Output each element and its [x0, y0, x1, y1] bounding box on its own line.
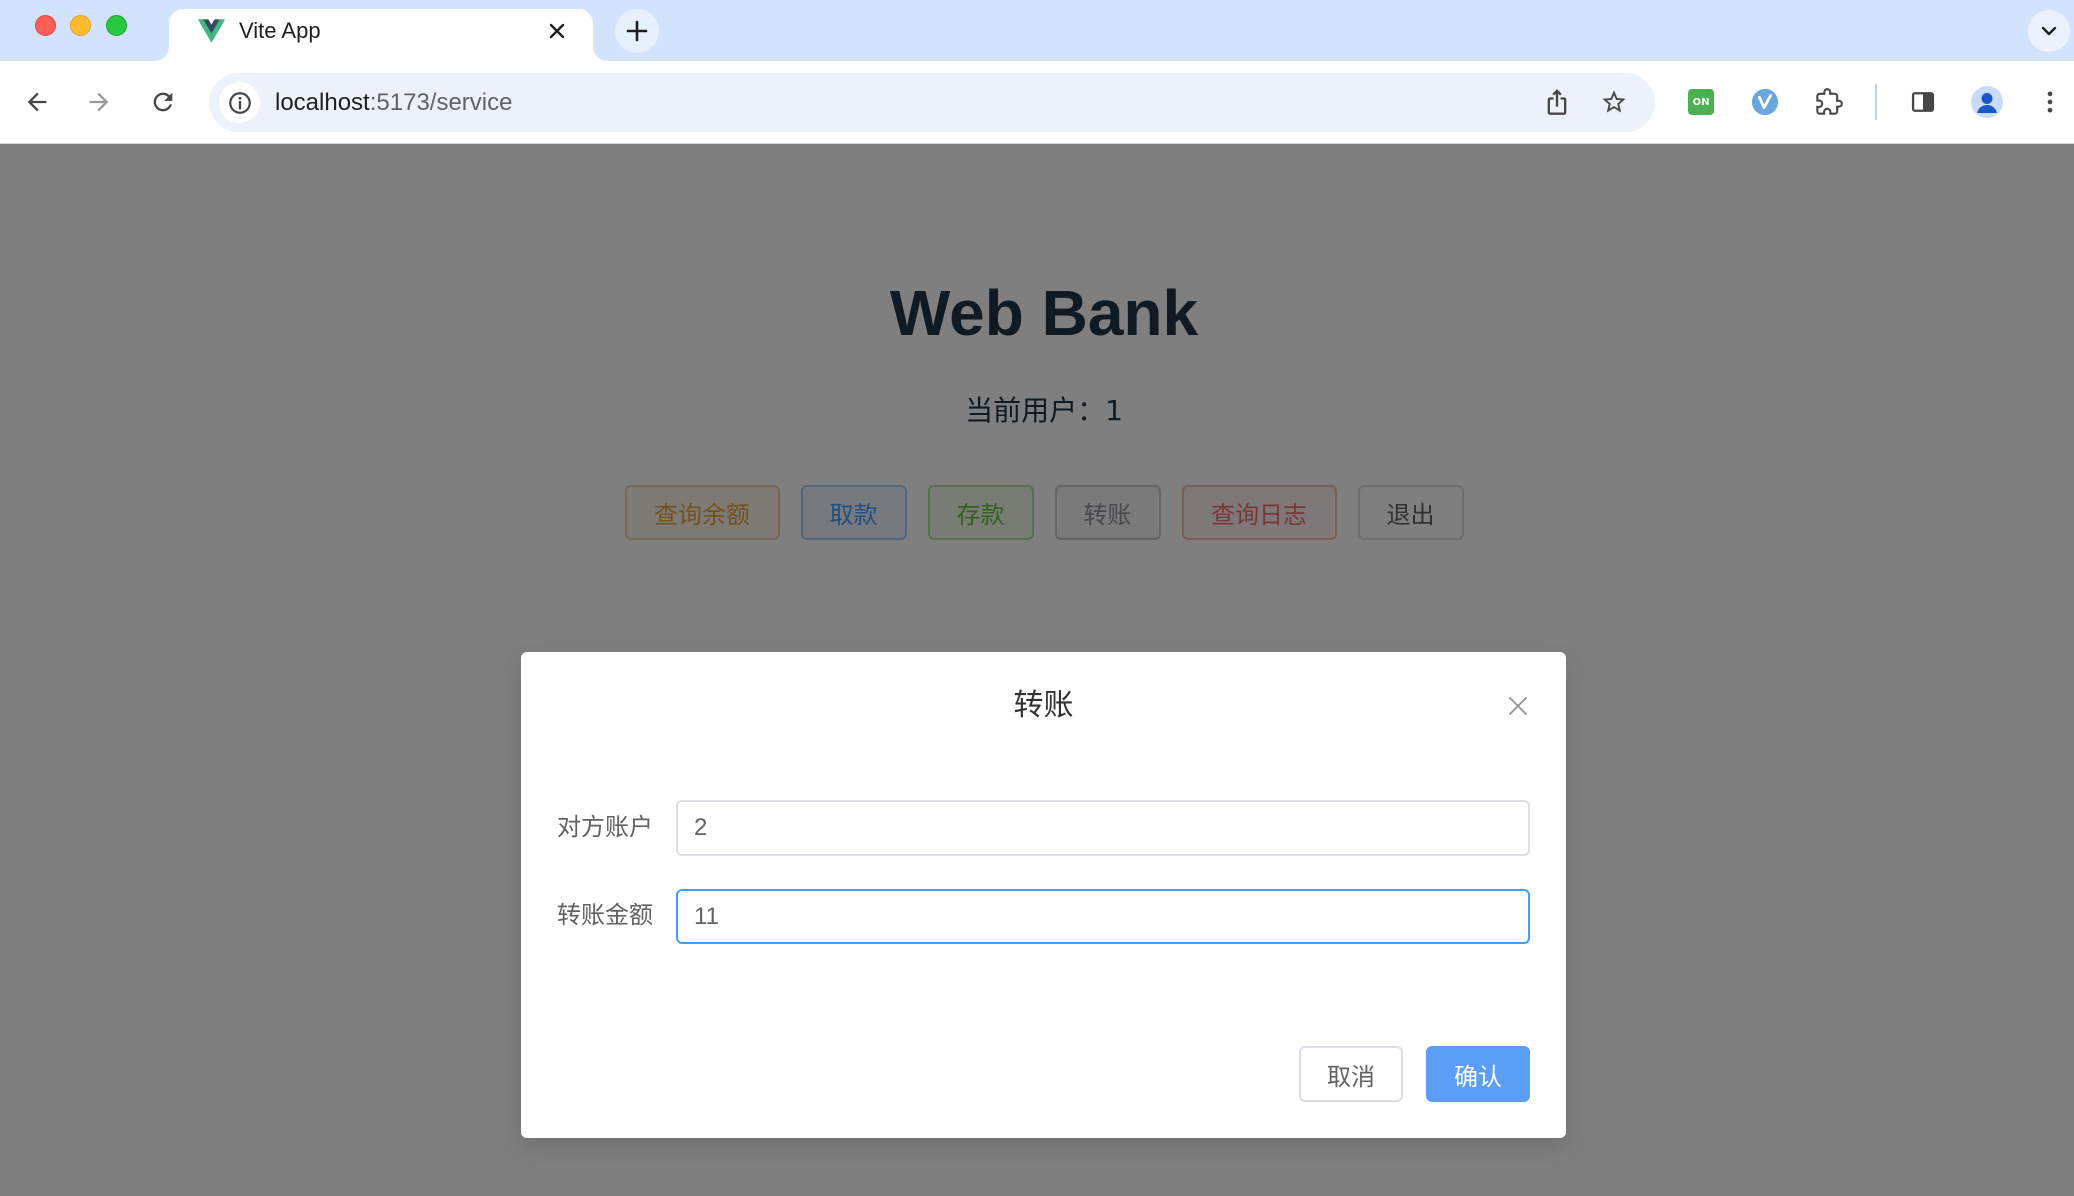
- extensions-button[interactable]: [1815, 88, 1843, 116]
- tab-title: Vite App: [239, 18, 321, 43]
- site-info-icon: [228, 91, 251, 114]
- address-bar[interactable]: localhost:5173/service: [209, 73, 1655, 132]
- reload-icon: [153, 92, 173, 112]
- tab-search-button[interactable]: [2028, 10, 2070, 52]
- transfer-amount-label: 转账金额: [557, 901, 653, 929]
- confirm-button[interactable]: 确认: [1426, 1046, 1530, 1102]
- person-icon: [1977, 93, 1997, 113]
- back-button[interactable]: [23, 88, 51, 116]
- transfer-amount-input[interactable]: [676, 889, 1530, 944]
- close-icon[interactable]: [1507, 695, 1529, 717]
- extensions-puzzle-icon: [1816, 88, 1843, 115]
- url-host: localhost: [275, 89, 370, 116]
- side-panel-icon: [1911, 92, 1935, 112]
- dialog-title: 转账: [1013, 688, 1074, 723]
- extension-v-icon: [1751, 88, 1779, 116]
- active-tab[interactable]: Vite App: [155, 9, 607, 61]
- url-path: :5173/service: [369, 89, 513, 116]
- toolbar-divider: [1875, 84, 1877, 120]
- cancel-button[interactable]: 取消: [1299, 1046, 1403, 1102]
- extension-on-badge-text: ON: [1692, 96, 1710, 108]
- browser-tab-strip: Vite App: [0, 0, 2074, 61]
- new-tab-button[interactable]: [615, 9, 659, 53]
- back-arrow-icon: [27, 92, 47, 112]
- reload-button[interactable]: [149, 88, 177, 116]
- profile-avatar-icon[interactable]: [1971, 86, 2003, 118]
- extension-v-button[interactable]: [1751, 88, 1779, 116]
- extension-on-icon[interactable]: ON: [1688, 89, 1714, 115]
- window-minimize-button[interactable]: [70, 15, 91, 36]
- side-panel-button[interactable]: [1909, 88, 1937, 116]
- page-content: Web Bank 当前用户：1 查询余额 取款 存款 转账 查询日志 退出 转账…: [0, 144, 2074, 1196]
- url-text[interactable]: localhost:5173/service: [275, 73, 512, 132]
- target-account-label: 对方账户: [557, 813, 653, 841]
- window-zoom-button[interactable]: [106, 15, 127, 36]
- menu-kebab-icon: [2047, 91, 2053, 113]
- plus-icon: [626, 20, 648, 42]
- target-account-input[interactable]: [676, 800, 1530, 856]
- menu-button[interactable]: [2036, 88, 2064, 116]
- close-tab-icon[interactable]: [546, 20, 568, 42]
- vue-logo-icon: [198, 19, 225, 43]
- transfer-dialog: 转账 对方账户 转账金额 取消 确认: [521, 652, 1566, 1138]
- site-info-button[interactable]: [219, 82, 260, 123]
- chevron-down-icon: [2041, 26, 2057, 36]
- forward-arrow-icon: [89, 92, 109, 112]
- bookmark-star-icon[interactable]: [1600, 88, 1628, 116]
- browser-toolbar: localhost:5173/service ON: [0, 61, 2074, 144]
- window-close-button[interactable]: [35, 15, 56, 36]
- forward-button[interactable]: [85, 88, 113, 116]
- share-icon[interactable]: [1543, 88, 1571, 116]
